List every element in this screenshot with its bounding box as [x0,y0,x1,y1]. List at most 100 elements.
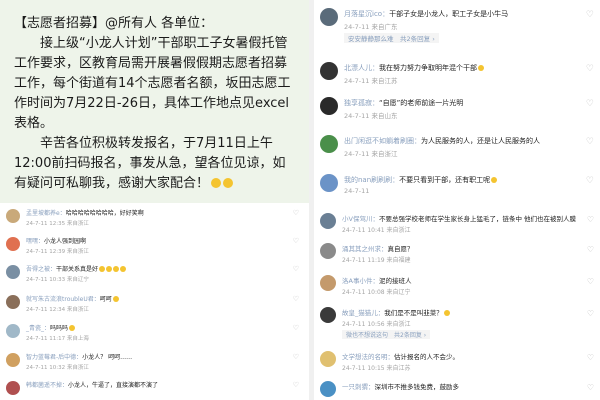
like-icon[interactable]: ♡ [293,209,299,217]
avatar[interactable] [320,97,338,115]
comment-author[interactable]: 小V保驾川 [342,215,372,223]
comment-author-and-text: 我的nan刷刷刷：不要只看到干部，还有职工呢 [344,175,498,186]
comment-meta: 24-7-11 来自江苏 [344,77,398,85]
comment-text: 不要只看到干部，还有职工呢 [399,176,491,184]
thumbs-up-emoji-icon [106,266,113,272]
thumbs-up-emoji-icon [99,266,106,272]
like-icon[interactable]: ♡ [293,324,299,332]
comment-author-and-text: 嘿嘿：小龙人强到园啊 [26,238,87,245]
like-icon[interactable]: ♡ [587,277,594,286]
comments-panel-bottom-right: 小V保驾川：不要总强学校老师在学生家长身上猛毛了，链条中 他们也在被别人膜 24… [314,203,600,400]
avatar[interactable] [6,237,20,251]
comment-author[interactable]: 我的nan刷刷刷 [344,176,392,184]
avatar[interactable] [320,351,336,367]
avatar[interactable] [6,381,20,395]
comment-author-and-text: 北漂人儿：我在努力努力争取明年混个干部 [344,63,484,74]
like-icon[interactable]: ♡ [293,295,299,303]
avatar[interactable] [320,8,338,26]
comment-author[interactable]: 出门闲逛不如躺着刷圈 [344,137,414,145]
comment-author[interactable]: 一只刺猬 [342,383,368,391]
reply-preview[interactable]: 微也不想说这句 共2条回复 › [342,330,431,339]
comment-text: 为人民服务的人，还是让人民服务的人 [421,137,540,145]
like-icon[interactable]: ♡ [587,353,594,362]
comment-author[interactable]: _青瓷_ [26,325,44,332]
like-icon[interactable]: ♡ [293,381,299,389]
like-icon[interactable]: ♡ [586,10,594,20]
comment-author[interactable]: 孟里坡都养e [26,210,60,217]
comment-author[interactable]: 韩都菌遥不掉 [26,382,62,389]
comment-author[interactable]: 北漂人儿 [344,64,372,72]
emoji-icon [69,325,76,331]
comment-item: 孟里坡都养e：哈哈哈哈哈哈哈哈，好好笑啊 24-7-11 12:35 来自浙江 … [6,209,299,231]
comment-author[interactable]: 就写朱古流浪troubleU君 [26,296,94,303]
comment-meta: 24-7-11 [344,187,370,195]
comment-item: 小V保驾川：不要总强学校老师在学生家长身上猛毛了，链条中 他们也在被别人膜 24… [320,213,594,239]
emoji-icon [443,310,450,316]
comment-author[interactable]: 文学想法的名明 [342,353,388,361]
like-icon[interactable]: ♡ [587,309,594,318]
comment-meta: 24-7-11 来自广东 [344,21,397,31]
like-icon[interactable]: ♡ [293,265,299,273]
comment-meta: 24-7-11 来自山东 [344,112,398,120]
comment-author-and-text: 洛A事小件：泥的接班人 [342,277,412,285]
avatar[interactable] [6,324,20,338]
reply-preview[interactable]: 安安静静那么难 共2条回复 › [344,33,439,43]
comment-item: 就写朱古流浪troubleU君：呵呵 24-7-11 12:34 来自浙江 ♡ [6,295,299,317]
like-icon[interactable]: ♡ [586,64,594,74]
avatar[interactable] [6,265,20,279]
like-icon[interactable]: ♡ [587,383,594,392]
comment-author-and-text: 就写朱古流浪troubleU君：呵呵 [26,295,119,304]
comment-author-and-text: 吾得之被：干部关系真是好 [26,265,127,274]
comment-author-and-text: 月落星沉ico：干部子女是小龙人，职工子女是小牛马 [344,10,509,18]
emoji-icon [491,177,498,183]
avatar[interactable] [320,243,336,259]
comment-author-and-text: 小V保驾川：不要总强学校老师在学生家长身上猛毛了，链条中 他们也在被别人膜 [342,215,577,223]
comment-item: 月落星沉ico：干部子女是小龙人，职工子女是小牛马 24-7-11 来自广东 安… [320,8,594,52]
like-icon[interactable]: ♡ [587,245,594,254]
avatar[interactable] [320,62,338,80]
like-icon[interactable]: ♡ [586,176,594,186]
avatar[interactable] [320,307,336,323]
comment-author[interactable]: 月落星沉ico [344,10,382,18]
announcement-text: 【志愿者招募】@所有人 各单位： 接上级“小龙人计划”干部职工子女暑假托管工作要… [14,14,298,194]
comment-author-and-text: 韩都菌遥不掉：小龙人，牛逼了，直接演都不演了 [26,382,159,389]
like-icon[interactable]: ♡ [293,353,299,361]
comment-item: 出门闲逛不如躺着刷圈：为人民服务的人，还是让人民服务的人 24-7-11 来自浙… [320,135,594,165]
thumbs-up-emoji-icon [113,266,120,272]
comment-location: 来自广东 [371,23,398,31]
pray-emoji-icon [211,178,222,188]
like-icon[interactable]: ♡ [586,99,594,109]
comment-date: 24-7-11 [344,23,370,31]
comment-author-and-text: 文学想法的名明：估计报名的人不会少。 [342,353,459,361]
comment-author[interactable]: 智力蓝莓君-后中德 [26,354,76,361]
like-icon[interactable]: ♡ [293,237,299,245]
comment-item: 韩都菌遥不掉：小龙人，牛逼了，直接演都不演了 ♡ [6,381,299,399]
comment-author[interactable]: 涌其其之州求 [342,245,381,253]
avatar[interactable] [6,209,20,223]
comment-author-and-text: _青瓷_：吗吗吗 [26,324,76,333]
comment-author[interactable]: 故皇_猫猫儿 [342,309,378,317]
avatar[interactable] [6,353,20,367]
pray-emoji-icon [223,178,234,188]
comment-item: 独享孤寂：“自愿”的老师前途一片光明 24-7-11 来自山东 ♡ [320,97,594,127]
avatar[interactable] [320,381,336,397]
avatar[interactable] [320,213,336,229]
avatar[interactable] [320,174,338,192]
avatar[interactable] [320,275,336,291]
comment-text: 吗吗吗 [50,325,69,332]
comments-panel-top-right: 月落星沉ico：干部子女是小龙人，职工子女是小牛马 24-7-11 来自广东 安… [314,0,600,203]
announcement-title: 【志愿者招募】@所有人 各单位： [14,16,214,31]
avatar[interactable] [6,295,20,309]
comment-item: 故皇_猫猫儿：我们是不是叫韭菜？ 24-7-11 10:56 来自浙江 微也不想… [320,307,594,347]
comment-author-and-text: 一只刺猬：深圳市不推多钱免费，鼓励多 [342,383,459,391]
announcement-panel: 【志愿者招募】@所有人 各单位： 接上级“小龙人计划”干部职工子女暑假托管工作要… [0,0,309,203]
comment-author[interactable]: 独享孤寂 [344,99,372,107]
like-icon[interactable]: ♡ [587,215,594,224]
like-icon[interactable]: ♡ [586,137,594,147]
comment-text: 估计报名的人不会少。 [394,353,459,361]
announcement-paragraph-1: 接上级“小龙人计划”干部职工子女暑假托管工作要求，区教育局需开展暑假假期志愿者招… [14,36,291,131]
comment-author[interactable]: 嘿嘿 [26,238,38,245]
comment-author[interactable]: 洛A事小件 [342,277,372,285]
comment-author[interactable]: 吾得之被 [26,266,50,273]
avatar[interactable] [320,135,338,153]
